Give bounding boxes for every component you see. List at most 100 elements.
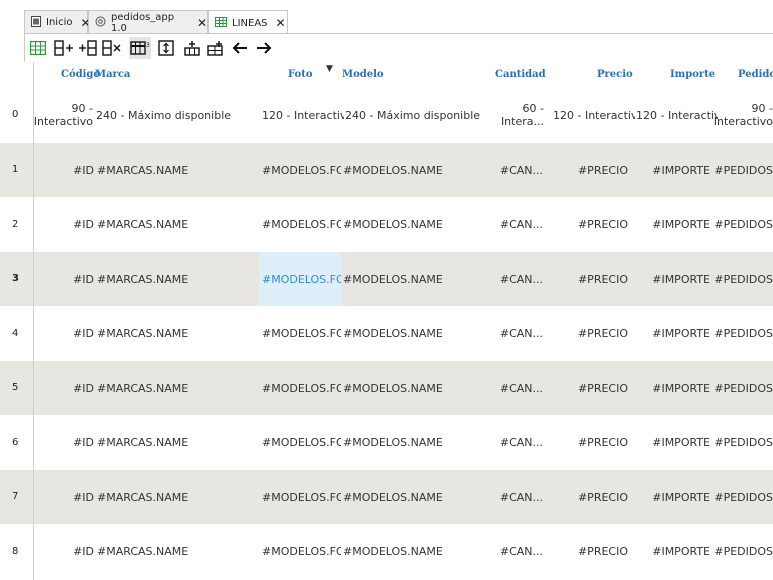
cell-marca[interactable]: #MARCAS.NAME (97, 525, 247, 579)
cell-cantidad[interactable]: #CAN... (490, 307, 543, 361)
tab-inicio[interactable]: Inicio ✕ (24, 10, 91, 34)
cell-codigo[interactable]: 90 - Interactivo (34, 88, 93, 142)
cell-importe[interactable]: #IMPORTE (630, 143, 710, 197)
cell-importe[interactable]: #IMPORTE (630, 361, 710, 415)
cell-precio[interactable]: #PRECIO (560, 307, 628, 361)
cell-foto[interactable]: #MODELOS.FO... (259, 143, 341, 197)
cell-importe[interactable]: #IMPORTE (630, 198, 710, 252)
cell-marca[interactable]: #MARCAS.NAME (97, 470, 247, 524)
table-row[interactable]: 6 #ID#MARCAS.NAME#MODELOS.FO...#MODELOS.N… (0, 416, 773, 470)
cell-precio[interactable]: #PRECIO (560, 470, 628, 524)
insert-row-button[interactable] (77, 37, 99, 59)
cell-pedido[interactable]: #PEDIDOS (712, 198, 773, 252)
cell-cantidad[interactable]: #CAN... (490, 252, 543, 306)
cell-modelo[interactable]: #MODELOS.NAME (343, 307, 493, 361)
cell-precio[interactable]: #PRECIO (560, 416, 628, 470)
cell-precio[interactable]: #PRECIO (560, 143, 628, 197)
cell-pedido[interactable]: #PEDIDOS (712, 143, 773, 197)
cell-cantidad[interactable]: #CAN... (490, 525, 543, 579)
cell-cantidad[interactable]: #CAN... (490, 470, 543, 524)
table-row[interactable]: 1 #ID#MARCAS.NAME#MODELOS.FO...#MODELOS.N… (0, 143, 773, 197)
cell-modelo[interactable]: #MODELOS.NAME (343, 470, 493, 524)
cell-cantidad[interactable]: 60 - Intera... (500, 88, 544, 142)
cell-pedido[interactable]: #PEDIDOS (712, 252, 773, 306)
table-row[interactable]: 4 #ID#MARCAS.NAME#MODELOS.FO...#MODELOS.N… (0, 307, 773, 361)
cell-modelo[interactable]: 240 - Máximo disponible (345, 88, 495, 142)
column-header-importe[interactable]: Importe (670, 62, 715, 88)
cell-cantidad[interactable]: #CAN... (490, 198, 543, 252)
nav-forward-button[interactable] (253, 37, 275, 59)
table-row[interactable]: 8 #ID#MARCAS.NAME#MODELOS.FO...#MODELOS.N… (0, 525, 773, 579)
cell-foto[interactable]: #MODELOS.FO... (259, 416, 341, 470)
cell-modelo[interactable]: #MODELOS.NAME (343, 525, 493, 579)
cell-pedido[interactable]: #PEDIDOS (712, 307, 773, 361)
grid-view-button[interactable] (27, 37, 49, 59)
cell-marca[interactable]: #MARCAS.NAME (97, 361, 247, 415)
cell-precio[interactable]: #PRECIO (560, 361, 628, 415)
cell-codigo[interactable]: #ID (34, 307, 94, 361)
cell-codigo[interactable]: #ID (34, 416, 94, 470)
column-header-marca[interactable]: Marca (95, 62, 130, 88)
cell-foto[interactable]: 120 - Interactivo (262, 88, 344, 142)
cell-modelo[interactable]: #MODELOS.NAME (343, 143, 493, 197)
tab-lineas[interactable]: LINEAS ✕ (208, 10, 288, 35)
cell-modelo[interactable]: #MODELOS.NAME (343, 361, 493, 415)
cell-precio[interactable]: #PRECIO (560, 525, 628, 579)
cell-marca[interactable]: #MARCAS.NAME (97, 416, 247, 470)
column-header-foto[interactable]: Foto (288, 62, 313, 88)
cell-foto[interactable]: #MODELOS.FO... (259, 470, 341, 524)
cell-modelo[interactable]: #MODELOS.NAME (343, 416, 493, 470)
tree-add-button[interactable] (181, 37, 203, 59)
cell-codigo[interactable]: #ID (34, 198, 94, 252)
cell-marca[interactable]: #MARCAS.NAME (97, 143, 247, 197)
table-row[interactable]: 3 #ID#MARCAS.NAME#MODELOS.FO...#MODELOS.N… (0, 252, 773, 306)
table-add-button[interactable] (205, 37, 227, 59)
add-row-button[interactable] (53, 37, 75, 59)
column-header-precio[interactable]: Precio (597, 62, 633, 88)
cell-foto[interactable]: #MODELOS.FO... (259, 307, 341, 361)
table-row[interactable]: 5 #ID#MARCAS.NAME#MODELOS.FO...#MODELOS.N… (0, 361, 773, 415)
column-header-modelo[interactable]: Modelo (342, 62, 384, 88)
cell-foto[interactable]: #MODELOS.FO... (259, 252, 341, 306)
cell-codigo[interactable]: #ID (34, 252, 94, 306)
table-row[interactable]: 0 90 - Interactivo 240 - Máximo disponib… (0, 88, 773, 142)
table-row[interactable]: 2 #ID#MARCAS.NAME#MODELOS.FO...#MODELOS.N… (0, 198, 773, 252)
cell-marca[interactable]: 240 - Máximo disponible (96, 88, 256, 142)
cell-cantidad[interactable]: #CAN... (490, 361, 543, 415)
cell-marca[interactable]: #MARCAS.NAME (97, 198, 247, 252)
column-header-cantidad[interactable]: Cantidad (495, 62, 546, 88)
cell-pedido[interactable]: 90 - Interactivo (706, 88, 773, 142)
cell-pedido[interactable]: #PEDIDOS (712, 416, 773, 470)
nav-back-button[interactable] (229, 37, 251, 59)
cell-importe[interactable]: #IMPORTE (630, 470, 710, 524)
cell-pedido[interactable]: #PEDIDOS (712, 470, 773, 524)
cell-importe[interactable]: #IMPORTE (630, 416, 710, 470)
close-icon[interactable]: ✕ (197, 16, 207, 30)
cell-codigo[interactable]: #ID (34, 470, 94, 524)
cell-codigo[interactable]: #ID (34, 361, 94, 415)
cell-pedido[interactable]: #PEDIDOS (712, 525, 773, 579)
cell-marca[interactable]: #MARCAS.NAME (97, 307, 247, 361)
cell-cantidad[interactable]: #CAN... (490, 416, 543, 470)
close-icon[interactable]: ✕ (276, 16, 286, 30)
cell-importe[interactable]: #IMPORTE (630, 252, 710, 306)
delete-row-button[interactable] (101, 37, 123, 59)
cell-modelo[interactable]: #MODELOS.NAME (343, 198, 493, 252)
cell-marca[interactable]: #MARCAS.NAME (97, 252, 247, 306)
cell-pedido[interactable]: #PEDIDOS (712, 361, 773, 415)
table-props-button[interactable]: 3 (129, 37, 151, 59)
table-row[interactable]: 7 #ID#MARCAS.NAME#MODELOS.FO...#MODELOS.N… (0, 470, 773, 524)
column-header-pedido[interactable]: Pedido (738, 62, 773, 88)
cell-foto[interactable]: #MODELOS.FO... (259, 198, 341, 252)
cell-foto[interactable]: #MODELOS.FO... (259, 525, 341, 579)
cell-precio[interactable]: #PRECIO (560, 252, 628, 306)
cell-codigo[interactable]: #ID (34, 525, 94, 579)
cell-cantidad[interactable]: #CAN... (490, 143, 543, 197)
cell-precio[interactable]: #PRECIO (560, 198, 628, 252)
row-height-button[interactable] (155, 37, 177, 59)
tab-pedidos-app[interactable]: pedidos_app 1.0 ✕ (88, 10, 208, 34)
cell-importe[interactable]: #IMPORTE (630, 525, 710, 579)
cell-precio[interactable]: 120 - Interactivo (553, 88, 635, 142)
cell-modelo[interactable]: #MODELOS.NAME (343, 252, 493, 306)
cell-foto[interactable]: #MODELOS.FO... (259, 361, 341, 415)
